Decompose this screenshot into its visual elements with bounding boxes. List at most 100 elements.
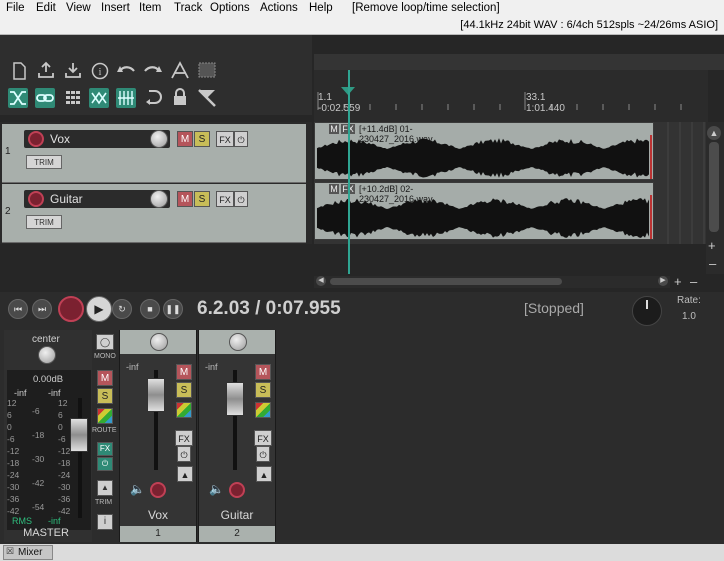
close-tab-icon[interactable]: ☒	[6, 546, 14, 557]
scroll-left-icon[interactable]: ◀	[316, 276, 326, 286]
save-download-icon[interactable]	[63, 61, 83, 81]
strip-fx-button[interactable]: FX	[175, 430, 193, 446]
scroll-up-icon[interactable]: ▲	[707, 126, 721, 140]
master-fader[interactable]	[70, 418, 88, 452]
record-button[interactable]	[58, 296, 84, 322]
trim-button[interactable]: TRIM	[26, 215, 62, 229]
mute-button[interactable]: M	[177, 131, 193, 147]
master-fx-button[interactable]: FX	[97, 442, 113, 456]
playhead-cursor[interactable]	[348, 70, 350, 274]
strip-mute-button[interactable]: M	[255, 364, 271, 380]
strip-record-arm-button[interactable]	[150, 482, 166, 498]
strip-name[interactable]: Vox	[120, 508, 196, 522]
strip-solo-button[interactable]: S	[255, 382, 271, 398]
master-fx-bypass-icon[interactable]: ⏻	[97, 457, 113, 471]
info-icon[interactable]: i	[90, 62, 110, 82]
media-item-guitar[interactable]: M FX [+10.2dB] 02-230427_2016.wav	[314, 182, 654, 240]
grid-icon[interactable]	[197, 61, 217, 81]
strip-mute-button[interactable]: M	[176, 364, 192, 380]
menu-actions[interactable]: Actions	[260, 2, 298, 14]
vertical-scrollbar[interactable]: ▲ + –	[706, 122, 724, 274]
record-arm-button[interactable]	[28, 131, 44, 147]
strip-envelope-icon[interactable]: ▲	[177, 466, 193, 482]
rate-knob[interactable]	[632, 296, 662, 326]
envelope-icon[interactable]	[197, 88, 217, 108]
horizontal-scroll-thumb[interactable]	[330, 278, 562, 285]
scroll-right-icon[interactable]: ▶	[658, 276, 668, 286]
zoom-out-vertical-icon[interactable]: –	[709, 256, 716, 271]
ripple-editing-icon[interactable]	[8, 88, 28, 108]
trim-envelope-icon[interactable]: ▲	[97, 480, 113, 496]
strip-record-arm-button[interactable]	[229, 482, 245, 498]
mute-button[interactable]: M	[177, 191, 193, 207]
item-mute-button[interactable]: M	[329, 184, 339, 194]
undo-icon[interactable]	[116, 62, 136, 82]
go-to-end-icon[interactable]: ⏭	[32, 299, 52, 319]
master-info-button[interactable]: i	[97, 514, 113, 530]
strip-solo-button[interactable]: S	[176, 382, 192, 398]
strip-pan-knob[interactable]	[150, 333, 168, 351]
zoom-in-horizontal-icon[interactable]: +	[674, 274, 682, 289]
loop-icon[interactable]	[143, 88, 163, 108]
solo-button[interactable]: S	[194, 191, 210, 207]
fx-button[interactable]: FX	[216, 131, 234, 147]
record-arm-button[interactable]	[28, 191, 44, 207]
strip-pan-knob[interactable]	[229, 333, 247, 351]
strip-fx-bypass-icon[interactable]: ⏻	[256, 446, 270, 462]
speaker-icon[interactable]: 🔈	[130, 482, 145, 496]
item-mute-button[interactable]: M	[329, 124, 339, 134]
lock-grid-icon[interactable]	[116, 88, 136, 108]
strip-fx-button[interactable]: FX	[254, 430, 272, 446]
menu-edit[interactable]: Edit	[36, 2, 56, 14]
go-to-start-icon[interactable]: ⏮	[8, 299, 28, 319]
save-upload-icon[interactable]	[36, 61, 56, 81]
zoom-in-vertical-icon[interactable]: +	[708, 238, 716, 253]
track-panel-guitar[interactable]: 2 Guitar M S FX ⏻ TRIM	[2, 184, 306, 243]
menu-file[interactable]: File	[6, 2, 25, 14]
menu-item[interactable]: Item	[139, 2, 161, 14]
track-name-field[interactable]: Guitar	[24, 190, 170, 208]
auto-crossfade-icon[interactable]	[89, 88, 109, 108]
redo-icon[interactable]	[143, 62, 163, 82]
trim-button[interactable]: TRIM	[26, 155, 62, 169]
menu-options[interactable]: Options	[210, 2, 250, 14]
menu-view[interactable]: View	[66, 2, 91, 14]
new-project-icon[interactable]	[9, 62, 29, 82]
strip-name[interactable]: Guitar	[199, 508, 275, 522]
stop-icon[interactable]: ■	[140, 299, 160, 319]
master-solo-button[interactable]: S	[97, 388, 113, 404]
fx-bypass-icon[interactable]: ⏻	[234, 131, 248, 147]
mono-toggle-icon[interactable]: ◯	[96, 334, 114, 350]
strip-envelope-icon[interactable]: ▲	[256, 466, 272, 482]
strip-route-icon[interactable]	[255, 402, 271, 418]
play-icon[interactable]: ▶	[86, 296, 112, 322]
route-icon[interactable]	[97, 408, 113, 424]
link-icon[interactable]	[35, 88, 55, 108]
repeat-icon[interactable]: ↻	[112, 299, 132, 319]
zoom-out-horizontal-icon[interactable]: –	[690, 274, 697, 289]
strip-route-icon[interactable]	[176, 402, 192, 418]
menu-help[interactable]: Help	[309, 2, 333, 14]
menu-insert[interactable]: Insert	[101, 2, 130, 14]
menu-track[interactable]: Track	[174, 2, 202, 14]
timeline-ruler[interactable]: 1.1 -0:02.559 33.1 1:01.440	[314, 70, 708, 122]
track-name-field[interactable]: Vox	[24, 130, 170, 148]
master-volume-readout[interactable]: 0.00dB	[33, 374, 63, 385]
solo-button[interactable]: S	[194, 131, 210, 147]
fx-button[interactable]: FX	[216, 191, 234, 207]
volume-knob[interactable]	[150, 130, 168, 148]
mixer-tab[interactable]: ☒ Mixer	[3, 545, 53, 560]
lock-icon[interactable]	[170, 88, 190, 108]
media-item-vox[interactable]: M FX [+11.4dB] 01-230427_2016.wav	[314, 122, 654, 180]
track-panel-vox[interactable]: 1 Vox M S FX ⏻ TRIM	[2, 124, 306, 183]
grid-snap-icon[interactable]	[63, 88, 83, 108]
master-pan-knob[interactable]	[38, 346, 56, 364]
vertical-scroll-thumb[interactable]	[709, 142, 719, 232]
fx-bypass-icon[interactable]: ⏻	[234, 191, 248, 207]
time-display[interactable]: 6.2.03 / 0:07.955	[197, 298, 341, 320]
strip-volume-fader[interactable]	[226, 382, 244, 416]
strip-volume-fader[interactable]	[147, 378, 165, 412]
strip-fx-bypass-icon[interactable]: ⏻	[177, 446, 191, 462]
horizontal-scrollbar[interactable]: ◀ ▶	[314, 276, 670, 288]
master-mute-button[interactable]: M	[97, 370, 113, 386]
